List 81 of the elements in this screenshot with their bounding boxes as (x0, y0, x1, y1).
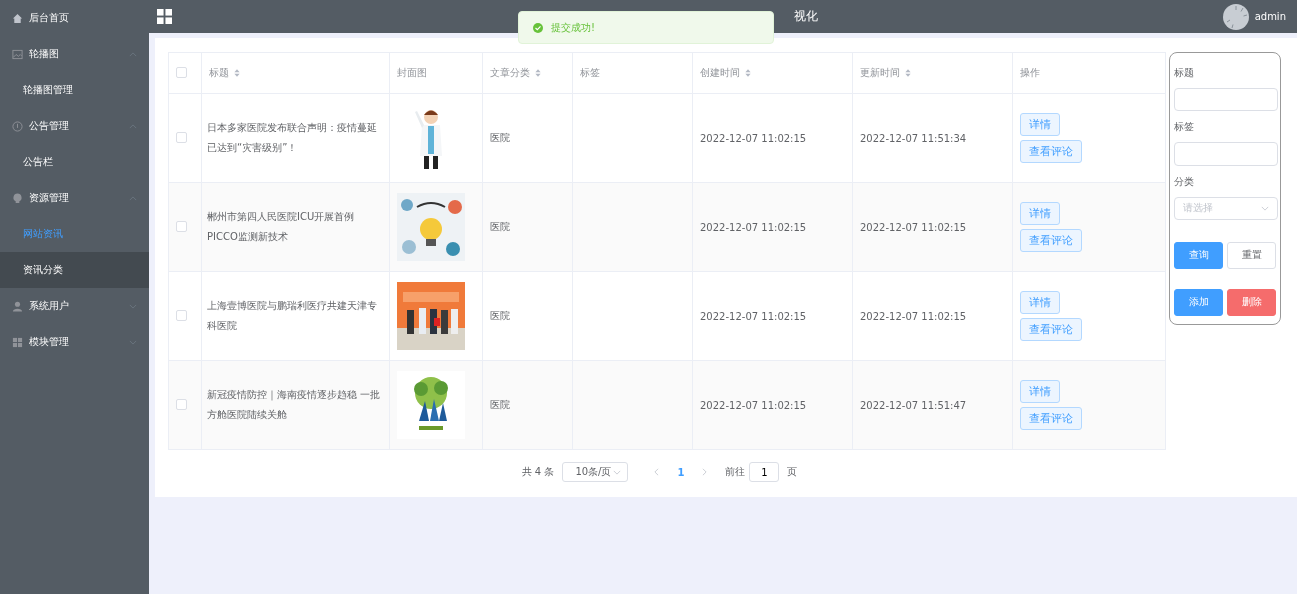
column-header[interactable]: 更新时间 (860, 67, 900, 78)
sort-icon[interactable] (535, 69, 541, 77)
user-icon (12, 300, 23, 312)
panel-button[interactable]: 删除 (1227, 289, 1276, 316)
table-cell: 新冠疫情防控｜海南疫情逐步趋稳 一批方舱医院陆续关舱 (201, 360, 390, 450)
page-number[interactable]: 1 (677, 466, 685, 478)
table-cell: 郴州市第四人民医院ICU开展首例PICCO监测新技术 (201, 182, 390, 272)
prev-page-icon[interactable] (654, 468, 660, 476)
table-cell: 日本多家医院发布联合声明：疫情蔓延已达到“灾害级别”！ (201, 93, 390, 183)
row-checkbox[interactable] (176, 131, 187, 143)
column-header[interactable]: 文章分类 (490, 67, 530, 78)
field-label: 标签 (1174, 120, 1195, 135)
submenu-item[interactable]: 网站资讯 (0, 216, 149, 252)
chevron-down-icon (1261, 205, 1269, 211)
table-cell: 2022-12-07 11:51:34 (852, 93, 1013, 183)
bulb-icon (12, 192, 23, 204)
total-count: 共 4 条 (521, 465, 555, 479)
sort-icon[interactable] (905, 69, 911, 77)
page-title: 视化 (794, 8, 819, 25)
table-cell: 2022-12-07 11:02:15 (692, 182, 853, 272)
column-header[interactable]: 标题 (209, 67, 229, 78)
table-cell: 医院 (482, 182, 573, 272)
panel-button[interactable]: 重置 (1227, 242, 1276, 269)
table-cell: 2022-12-07 11:02:15 (692, 93, 853, 183)
row-checkbox[interactable] (176, 398, 187, 410)
row-checkbox[interactable] (176, 309, 187, 321)
sort-icon[interactable] (745, 69, 751, 77)
menu-item[interactable]: 轮播图 (0, 36, 149, 72)
avatar-icon[interactable] (1222, 3, 1249, 30)
action-button[interactable]: 查看评论 (1020, 229, 1082, 252)
grid-icon (12, 336, 23, 348)
menu-item[interactable]: 模块管理 (0, 324, 149, 360)
table-cell: 2022-12-07 11:02:15 (852, 271, 1013, 361)
table-cell: 医院 (482, 93, 573, 183)
column-header: 操作 (1020, 67, 1040, 78)
goto-label: 前往 (725, 465, 746, 479)
next-page-icon[interactable] (702, 468, 708, 476)
menu-item[interactable]: 资源管理 (0, 180, 149, 216)
grid-icon[interactable] (157, 9, 172, 24)
column-header[interactable]: 创建时间 (700, 67, 740, 78)
table-cell: 医院 (482, 360, 573, 450)
panel-button[interactable]: 查询 (1174, 242, 1223, 269)
action-button[interactable]: 查看评论 (1020, 318, 1082, 341)
column-header: 标签 (580, 67, 600, 78)
username: admin (1254, 11, 1286, 22)
table-cell: 上海壹博医院与鹏瑞利医疗共建天津专科医院 (201, 271, 390, 361)
submenu-item[interactable]: 轮播图管理 (0, 72, 149, 108)
menu-item[interactable]: 后台首页 (0, 0, 149, 36)
input-field[interactable] (1174, 142, 1278, 166)
column-header: 封面图 (397, 67, 427, 78)
input-field[interactable] (1174, 88, 1278, 112)
action-button[interactable]: 详情 (1020, 380, 1060, 403)
info-icon (12, 120, 23, 132)
chevron-down-icon (613, 469, 622, 475)
submenu-item[interactable]: 资讯分类 (0, 252, 149, 288)
select-all-checkbox[interactable] (176, 66, 187, 78)
success-icon (533, 22, 543, 33)
table-cell: 2022-12-07 11:51:47 (852, 360, 1013, 450)
home-icon (12, 12, 23, 24)
submenu-item[interactable]: 公告栏 (0, 144, 149, 180)
action-button[interactable]: 详情 (1020, 291, 1060, 314)
field-label: 标题 (1174, 66, 1195, 80)
table-cell: 2022-12-07 11:02:15 (692, 360, 853, 450)
sort-icon[interactable] (234, 69, 240, 77)
page-size-select[interactable]: 10条/页 (562, 462, 629, 482)
page-input[interactable]: 1 (749, 462, 780, 482)
menu-item[interactable]: 系统用户 (0, 288, 149, 324)
page-suffix: 页 (787, 465, 798, 479)
row-checkbox[interactable] (176, 220, 187, 232)
field-label: 分类 (1174, 174, 1195, 189)
table-cell: 2022-12-07 11:02:15 (692, 271, 853, 361)
menu-item[interactable]: 公告管理 (0, 108, 149, 144)
panel-button[interactable]: 添加 (1174, 289, 1223, 316)
action-button[interactable]: 查看评论 (1020, 407, 1082, 430)
action-button[interactable]: 查看评论 (1020, 140, 1082, 163)
action-button[interactable]: 详情 (1020, 202, 1060, 225)
table-cell: 2022-12-07 11:02:15 (852, 182, 1013, 272)
image-icon (12, 48, 23, 60)
action-button[interactable]: 详情 (1020, 113, 1060, 136)
table-cell: 医院 (482, 271, 573, 361)
toast-message: 提交成功! (551, 20, 595, 35)
